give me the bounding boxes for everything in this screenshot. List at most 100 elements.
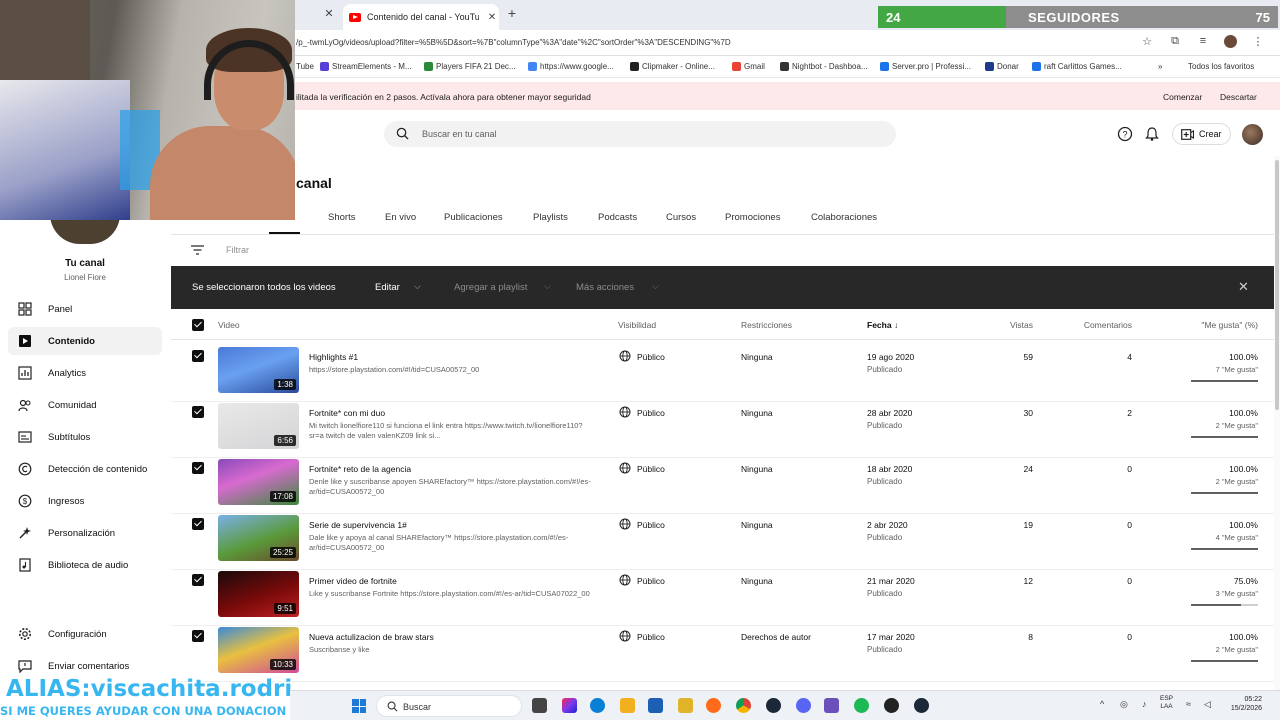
account-avatar[interactable] [1242,124,1263,145]
visibility-value[interactable]: Público [637,464,665,474]
tab-courses[interactable]: Cursos [666,212,696,223]
store-icon[interactable] [648,698,663,713]
visibility-value[interactable]: Público [637,408,665,418]
taskbar-clock[interactable]: 05:22 15/2/2026 [1222,695,1262,713]
windows-start-icon[interactable] [352,699,366,713]
row-checkbox[interactable] [192,350,204,362]
edit-dropdown[interactable]: Editar [375,282,400,293]
spotify-icon[interactable] [854,698,869,713]
video-title[interactable]: Fortnite* con mi duo [309,408,385,418]
microphone-icon[interactable]: ♪ [1142,699,1147,709]
help-icon[interactable]: ? [1117,126,1133,142]
channel-name[interactable]: Tu canal [0,258,170,269]
create-button[interactable]: Crear [1172,123,1231,145]
firefox-icon[interactable] [706,698,721,713]
visibility-value[interactable]: Público [637,632,665,642]
bookmark-item[interactable]: raft Carlittos Games... [1032,62,1122,71]
page-scrollbar[interactable] [1274,156,1280,690]
video-thumbnail[interactable]: 6:56 [218,403,299,449]
input-language[interactable]: ESP LAA [1160,695,1173,711]
row-checkbox[interactable] [192,406,204,418]
bookmark-item[interactable]: Todos los favoritos [1188,62,1254,71]
column-date[interactable]: Fecha ↓ [867,320,898,330]
column-restrictions[interactable]: Restricciones [741,320,792,330]
channel-search-field[interactable]: Buscar en tu canal [384,121,896,147]
tab-podcasts[interactable]: Podcasts [598,212,637,223]
sidebar-item-settings[interactable]: Configuración [8,620,162,648]
bookmark-item[interactable]: https://www.google... [528,62,614,71]
table-row[interactable]: 6:56 Fortnite* con mi duo Mi twitch lionel… [171,402,1274,458]
bookmark-star-icon[interactable]: ☆ [1140,35,1154,48]
wifi-icon[interactable]: ≈ [1186,699,1191,709]
sidebar-item-earn[interactable]: $ Ingresos [8,487,162,515]
column-views[interactable]: Vistas [1010,320,1033,330]
teams-icon[interactable] [824,698,839,713]
add-to-playlist-dropdown[interactable]: Agregar a playlist [454,282,527,293]
close-tab-icon[interactable]: ✕ [322,7,336,21]
tab-promotions[interactable]: Promociones [725,212,780,223]
bookmark-item[interactable]: Donar [985,62,1019,71]
new-tab-button[interactable]: + [505,5,519,21]
tab-playlists[interactable]: Playlists [533,212,568,223]
bookmark-item[interactable]: Server.pro | Professi... [880,62,971,71]
scrollbar-thumb[interactable] [1275,160,1279,410]
bookmark-item[interactable]: Gmail [732,62,765,71]
task-view-icon[interactable] [532,698,547,713]
filter-icon[interactable] [191,245,204,255]
visibility-value[interactable]: Público [637,520,665,530]
row-checkbox[interactable] [192,462,204,474]
more-actions-dropdown[interactable]: Más acciones [576,282,634,293]
bookmark-item[interactable]: StreamElements - M... [320,62,412,71]
table-row[interactable]: 10:33 Nueva actulizacion de braw stars Sus… [171,626,1274,682]
bookmark-item[interactable]: Tube [296,62,314,71]
file-explorer-icon[interactable] [620,698,635,713]
table-row[interactable]: 9:51 Primer video de fortnite Like y suscr… [171,570,1274,626]
video-thumbnail[interactable]: 1:38 [218,347,299,393]
video-title[interactable]: Highlights #1 [309,352,358,362]
select-all-checkbox[interactable] [192,319,204,331]
discord-icon[interactable] [796,698,811,713]
video-thumbnail[interactable]: 10:33 [218,627,299,673]
table-row[interactable]: 1:38 Highlights #1 https://store.playstati… [171,346,1274,402]
sidebar-item-content[interactable]: Contenido [8,327,162,355]
video-thumbnail[interactable]: 25:25 [218,515,299,561]
tray-chevron-up-icon[interactable]: ^ [1100,699,1104,709]
row-checkbox[interactable] [192,630,204,642]
close-tab-icon[interactable]: ✕ [485,12,499,23]
network-icon[interactable]: ◎ [1120,699,1128,710]
video-title[interactable]: Fortnite* reto de la agencia [309,464,411,474]
tab-collaborations[interactable]: Colaboraciones [811,212,877,223]
browser-menu-icon[interactable]: ⋮ [1251,35,1265,48]
sidebar-item-customization[interactable]: Personalización [8,519,162,547]
table-row[interactable]: 17:08 Fortnite* reto de la agencia Denle l… [171,458,1274,514]
bookmark-item[interactable]: Nightbot - Dashboa... [780,62,868,71]
sidebar-item-audio-library[interactable]: Biblioteca de audio [8,551,162,579]
copilot-icon[interactable] [562,698,577,713]
banner-dismiss-button[interactable]: Descartar [1220,92,1257,102]
volume-icon[interactable]: ◁ [1204,699,1211,710]
extensions-icon[interactable]: ⧉ [1168,35,1182,48]
tab-shorts[interactable]: Shorts [328,212,355,223]
table-row[interactable]: 25:25 Serie de supervivencia 1# Dale like … [171,514,1274,570]
video-thumbnail[interactable]: 17:08 [218,459,299,505]
column-comments[interactable]: Comentarios [1084,320,1132,330]
more-bookmarks-icon[interactable]: » [1158,62,1162,71]
steam-icon[interactable] [914,698,929,713]
video-title[interactable]: Serie de supervivencia 1# [309,520,407,530]
bookmark-item[interactable]: Clipmaker - Online... [630,62,715,71]
video-thumbnail[interactable]: 9:51 [218,571,299,617]
chrome-icon[interactable] [736,698,751,713]
column-visibility[interactable]: Visibilidad [618,320,656,330]
visibility-value[interactable]: Público [637,576,665,586]
filter-input[interactable]: Filtrar [226,245,249,255]
visibility-value[interactable]: Público [637,352,665,362]
steam-icon[interactable] [766,698,781,713]
folder-icon[interactable] [678,698,693,713]
column-likes[interactable]: "Me gusta" (%) [1201,320,1258,330]
url-field[interactable]: /p_-twmLyOg/videos/upload?filter=%5B%5D&… [296,38,1126,47]
video-title[interactable]: Primer video de fortnite [309,576,397,586]
sidebar-item-dashboard[interactable]: Panel [8,295,162,323]
sidebar-item-analytics[interactable]: Analytics [8,359,162,387]
sidebar-item-copyright[interactable]: Detección de contenido [8,455,162,483]
browser-tab-active[interactable]: Contenido del canal - YouTube ✕ [343,4,499,30]
